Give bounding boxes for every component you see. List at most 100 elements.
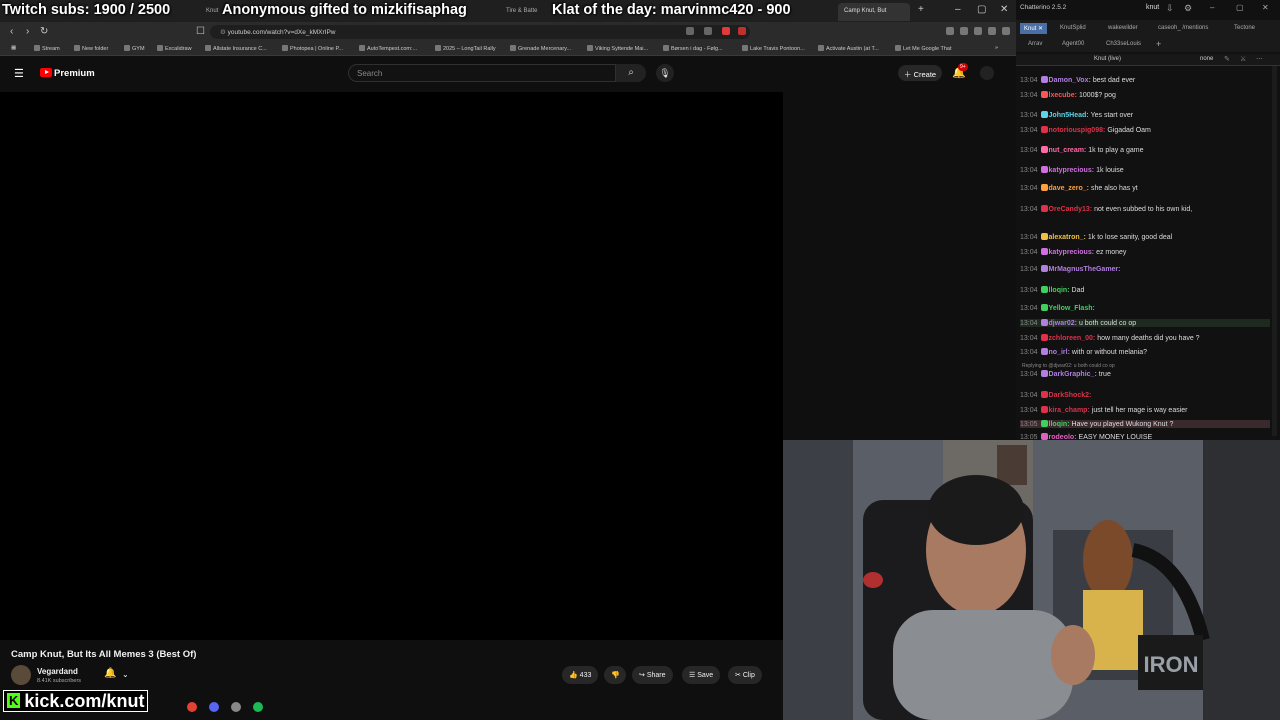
microphone-icon[interactable]: 🎙 — [656, 64, 674, 82]
app-icon[interactable] — [231, 702, 241, 712]
message-username[interactable]: zchloreen_00: — [1049, 335, 1096, 342]
youtube-logo[interactable]: Premium — [40, 68, 95, 79]
dislike-button[interactable]: 👎 — [604, 666, 626, 684]
hamburger-menu-icon[interactable]: ☰ — [14, 67, 24, 80]
message-username[interactable]: lloqin: — [1049, 421, 1070, 428]
create-button[interactable]: ＋ Create — [898, 65, 943, 81]
tab-active[interactable]: Camp Knut, But — [838, 3, 910, 21]
tab-agent00[interactable]: Agent00 — [1062, 41, 1084, 47]
cast-icon[interactable] — [686, 27, 694, 35]
bookmark-item[interactable]: Grenade Mercenary... — [510, 45, 571, 52]
message-username[interactable]: DarkGraphic_: — [1049, 371, 1097, 378]
message-username[interactable]: nut_cream: — [1049, 147, 1087, 154]
forward-icon[interactable]: › — [26, 26, 29, 37]
rewards-icon[interactable] — [738, 27, 746, 35]
message-username[interactable]: katyprecious: — [1049, 249, 1095, 256]
share-icon[interactable] — [704, 27, 712, 35]
message-username[interactable]: notoriouspig098: — [1049, 127, 1106, 134]
edit-icon[interactable]: ✎ — [1224, 55, 1230, 63]
clip-button[interactable]: ✂ Clip — [728, 666, 762, 684]
chevron-down-icon[interactable]: ⌄ — [122, 670, 129, 679]
site-info-icon[interactable]: ⚙ — [220, 29, 228, 36]
bookmark-item[interactable]: Excalidraw — [157, 45, 192, 52]
split-menu-icon[interactable]: ⋯ — [1256, 55, 1263, 63]
download-icon[interactable]: ⇩ — [1166, 3, 1174, 14]
spotify-icon[interactable] — [253, 702, 263, 712]
search-input[interactable]: Search — [348, 64, 616, 82]
tab-tire[interactable]: Tire & Batte — [500, 3, 555, 21]
message-username[interactable]: lxecube: — [1049, 92, 1077, 99]
like-button[interactable]: 👍 433 — [562, 666, 599, 684]
extension-icon[interactable] — [946, 27, 954, 35]
settings-gear-icon[interactable]: ⚙ — [1184, 3, 1192, 14]
minimize-icon[interactable]: – — [955, 4, 961, 15]
chrome-icon[interactable] — [187, 702, 197, 712]
bookmark-item[interactable]: AutoTempest.com:... — [359, 45, 417, 52]
apps-icon[interactable]: ▦ — [11, 45, 16, 51]
close-icon[interactable]: ✕ — [1000, 4, 1008, 15]
bell-icon[interactable]: 🔔 — [104, 668, 116, 679]
message-username[interactable]: Damon_Vox: — [1049, 77, 1091, 84]
share-button[interactable]: ↪ Share — [632, 666, 673, 684]
add-tab-icon[interactable]: + — [1156, 39, 1161, 49]
message-username[interactable]: katyprecious: — [1049, 167, 1095, 174]
message-username[interactable]: no_irl: — [1049, 349, 1070, 356]
reload-icon[interactable]: ↻ — [40, 26, 48, 37]
moderation-icon[interactable]: ⚔ — [1240, 55, 1246, 63]
extension-icon[interactable] — [974, 27, 982, 35]
message-username[interactable]: OreCandy13: — [1049, 206, 1093, 213]
maximize-icon[interactable]: ▢ — [977, 4, 986, 15]
tab-caseoh[interactable]: caseoh_ /mentions — [1158, 25, 1208, 31]
discord-icon[interactable] — [209, 702, 219, 712]
tab-ch33selouis[interactable]: Ch33seLouis — [1106, 41, 1141, 47]
message-username[interactable]: Yellow_Flash: — [1049, 305, 1095, 312]
message-username[interactable]: MrMagnusTheGamer: — [1049, 266, 1121, 273]
message-username[interactable]: dave_zero_: — [1049, 185, 1089, 192]
bookmark-item[interactable]: 2025 – LongTail Rally — [435, 45, 496, 52]
bookmark-item[interactable]: Viking Syttende Mai... — [587, 45, 648, 52]
tab-tectone[interactable]: Tectone — [1234, 25, 1255, 31]
tab-arrav[interactable]: Arrav — [1028, 41, 1042, 47]
message-username[interactable]: djwar02: — [1049, 320, 1077, 327]
video-player[interactable] — [0, 92, 783, 640]
url-input[interactable]: ⚙ youtube.com/watch?v=dXe_kMXrIPw — [210, 25, 750, 39]
chatterino-user[interactable]: knut — [1146, 4, 1159, 11]
chat-scrollbar[interactable] — [1272, 66, 1277, 436]
bookmark-item[interactable]: Photopea | Online P... — [282, 45, 343, 52]
minimize-icon[interactable]: – — [1210, 3, 1214, 12]
bookmark-item[interactable]: Børsen i dag - Følg... — [663, 45, 723, 52]
bookmark-item[interactable]: Let Me Google That — [895, 45, 952, 52]
message-username[interactable]: alexatron_: — [1049, 234, 1086, 241]
profile-icon[interactable] — [988, 27, 996, 35]
bookmark-item[interactable]: Activate Austin (at T... — [818, 45, 879, 52]
more-bookmarks-icon[interactable]: » — [995, 45, 998, 51]
extension-icon[interactable] — [960, 27, 968, 35]
tab-wakewilder[interactable]: wakewilder — [1108, 25, 1138, 31]
maximize-icon[interactable]: ▢ — [1236, 3, 1244, 12]
brave-shield-icon[interactable] — [722, 27, 730, 35]
channel-avatar[interactable] — [11, 665, 31, 685]
avatar[interactable] — [980, 66, 994, 80]
notifications-bell-icon[interactable]: 🔔 9+ — [952, 63, 968, 79]
message-username[interactable]: lloqin: — [1049, 287, 1070, 294]
channel-name[interactable]: Vegardand — [37, 667, 78, 676]
bookmark-item[interactable]: Allstate Insurance C... — [205, 45, 267, 52]
message-username[interactable]: John5Head: — [1049, 112, 1089, 119]
new-tab-icon[interactable]: + — [918, 4, 924, 15]
chat-mode[interactable]: none — [1200, 56, 1213, 62]
bookmark-item[interactable]: GYM — [124, 45, 145, 52]
message-text: 1000$? pog — [1078, 92, 1116, 99]
message-username[interactable]: kira_champ: — [1049, 407, 1090, 414]
bookmark-star-icon[interactable]: ☐ — [196, 26, 205, 37]
tab-knut[interactable]: Knut ✕ — [1020, 23, 1048, 34]
bookmark-item[interactable]: Lake Travis Pontoon... — [742, 45, 805, 52]
back-icon[interactable]: ‹ — [10, 26, 13, 37]
save-button[interactable]: ☰ Save — [682, 666, 721, 684]
bookmark-item[interactable]: Stream — [34, 45, 60, 52]
search-icon[interactable]: ⌕ — [616, 64, 646, 82]
close-icon[interactable]: ✕ — [1262, 3, 1269, 12]
bookmark-item[interactable]: New folder — [74, 45, 108, 52]
menu-icon[interactable] — [1002, 27, 1010, 35]
tab-knutsplid[interactable]: KnutSplid — [1060, 25, 1086, 31]
message-username[interactable]: DarkShock2: — [1049, 392, 1092, 399]
